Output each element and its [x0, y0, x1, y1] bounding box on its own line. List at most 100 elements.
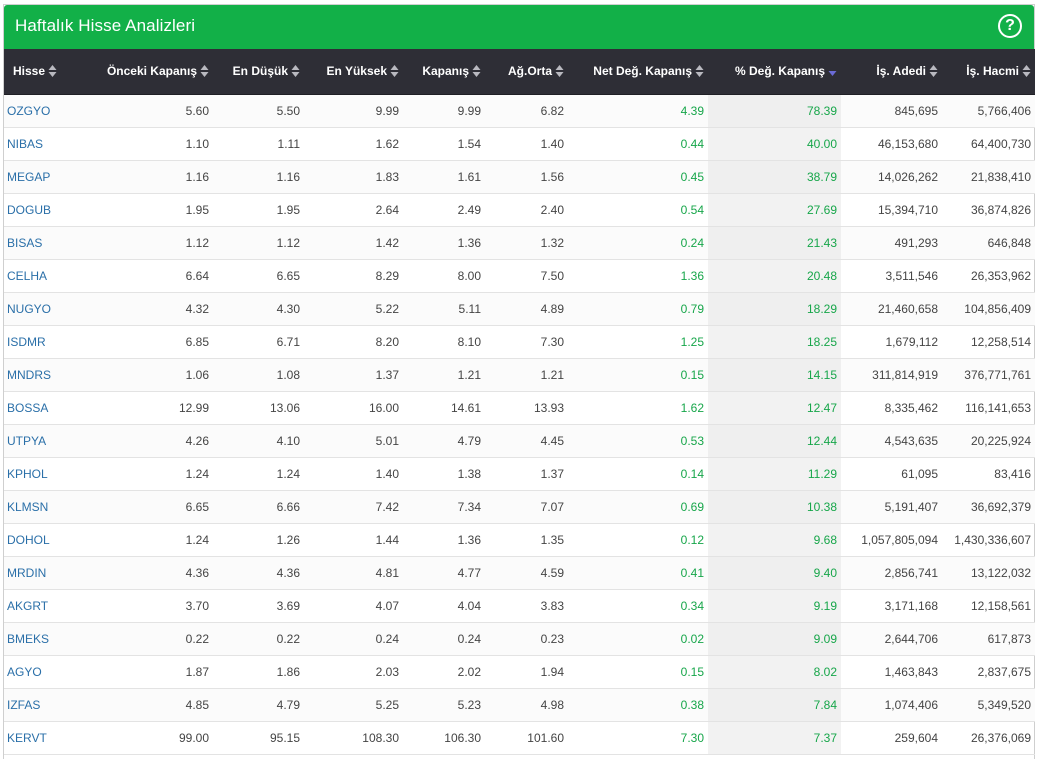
cell-is-hacmi: 13,122,032: [942, 556, 1035, 590]
column-header-kapanis[interactable]: Kapanış: [403, 49, 485, 95]
stock-symbol-link[interactable]: AGYO: [4, 655, 79, 689]
cell-net-deg-kapanis: 1.36: [568, 259, 708, 293]
column-header-label: En Düşük: [232, 63, 288, 78]
cell-en-yuksek: 5.22: [304, 292, 403, 326]
sort-icon[interactable]: [695, 64, 704, 78]
cell-kapanis: 9.99: [403, 94, 485, 128]
stock-symbol-link[interactable]: DOHOL: [4, 523, 79, 557]
table-row[interactable]: MNDRS 1.06 1.08 1.37 1.21 1.21 0.15 14.15 311,81…: [4, 358, 1035, 392]
sort-icon[interactable]: [291, 64, 300, 78]
cell-ag-orta: 4.45: [485, 424, 568, 458]
table-row[interactable]: BISAS 1.12 1.12 1.42 1.36 1.32 0.24 21.43 491,29…: [4, 226, 1035, 260]
sort-icon[interactable]: [1022, 64, 1031, 78]
cell-is-hacmi: 646,848: [942, 226, 1035, 260]
column-header-label: Önceki Kapanış: [106, 63, 197, 78]
table-row[interactable]: BOSSA 12.99 13.06 16.00 14.61 13.93 1.62 12.47 8…: [4, 391, 1035, 425]
column-header-label: Hisse: [13, 63, 46, 78]
sort-icon[interactable]: [929, 64, 938, 78]
cell-net-deg-kapanis: 0.69: [568, 490, 708, 524]
cell-onceki-kapanis: 1.06: [79, 358, 213, 392]
stock-table: Hisse Önceki Kapanış En Düşük En Yüksek Kapa…: [4, 49, 1035, 755]
cell-onceki-kapanis: 1.16: [79, 160, 213, 194]
sort-desc-icon[interactable]: [828, 64, 837, 78]
sort-icon[interactable]: [200, 64, 209, 78]
stock-symbol-link[interactable]: BOSSA: [4, 391, 79, 425]
column-header-net-deg-kapanis[interactable]: Net Değ. Kapanış: [568, 49, 708, 95]
cell-kapanis: 4.04: [403, 589, 485, 623]
stock-symbol-link[interactable]: UTPYA: [4, 424, 79, 458]
cell-en-yuksek: 4.81: [304, 556, 403, 590]
cell-is-adedi: 3,171,168: [841, 589, 942, 623]
cell-en-yuksek: 1.40: [304, 457, 403, 491]
table-row[interactable]: DOHOL 1.24 1.26 1.44 1.36 1.35 0.12 9.68 1,057,8…: [4, 523, 1035, 557]
column-header-pct-deg-kapanis[interactable]: % Değ. Kapanış: [708, 49, 841, 95]
cell-en-yuksek: 8.20: [304, 325, 403, 359]
table-row[interactable]: ISDMR 6.85 6.71 8.20 8.10 7.30 1.25 18.25 1,679,…: [4, 325, 1035, 359]
cell-kapanis: 1.36: [403, 523, 485, 557]
help-icon[interactable]: ?: [998, 14, 1022, 38]
stock-symbol-link[interactable]: BISAS: [4, 226, 79, 260]
stock-symbol-link[interactable]: NIBAS: [4, 127, 79, 161]
stock-symbol-link[interactable]: CELHA: [4, 259, 79, 293]
stock-symbol-link[interactable]: MNDRS: [4, 358, 79, 392]
table-row[interactable]: MRDIN 4.36 4.36 4.81 4.77 4.59 0.41 9.40 2,856,7…: [4, 556, 1035, 590]
table-row[interactable]: AGYO 1.87 1.86 2.03 2.02 1.94 0.15 8.02 1,463,84…: [4, 655, 1035, 689]
cell-is-hacmi: 2,837,675: [942, 655, 1035, 689]
column-header-onceki-kapanis[interactable]: Önceki Kapanış: [79, 49, 213, 95]
cell-is-adedi: 2,644,706: [841, 622, 942, 656]
stock-symbol-link[interactable]: BMEKS: [4, 622, 79, 656]
cell-en-dusuk: 95.15: [213, 721, 304, 755]
stock-symbol-link[interactable]: OZGYO: [4, 94, 79, 128]
sort-icon[interactable]: [555, 64, 564, 78]
table-row[interactable]: NIBAS 1.10 1.11 1.62 1.54 1.40 0.44 40.00 46,153…: [4, 127, 1035, 161]
cell-ag-orta: 1.56: [485, 160, 568, 194]
table-row[interactable]: KLMSN 6.65 6.66 7.42 7.34 7.07 0.69 10.38 5,191,…: [4, 490, 1035, 524]
cell-pct-deg-kapanis: 9.68: [708, 523, 841, 557]
cell-ag-orta: 7.07: [485, 490, 568, 524]
cell-pct-deg-kapanis: 78.39: [708, 94, 841, 128]
stock-symbol-link[interactable]: KPHOL: [4, 457, 79, 491]
column-header-ag-orta[interactable]: Ağ.Orta: [485, 49, 568, 95]
cell-onceki-kapanis: 5.60: [79, 94, 213, 128]
cell-pct-deg-kapanis: 20.48: [708, 259, 841, 293]
cell-kapanis: 1.21: [403, 358, 485, 392]
column-header-is-adedi[interactable]: İş. Adedi: [841, 49, 942, 95]
sort-icon[interactable]: [48, 64, 57, 78]
table-row[interactable]: IZFAS 4.85 4.79 5.25 5.23 4.98 0.38 7.84 1,074,4…: [4, 688, 1035, 722]
column-header-en-dusuk[interactable]: En Düşük: [213, 49, 304, 95]
table-row[interactable]: MEGAP 1.16 1.16 1.83 1.61 1.56 0.45 38.79 14,026…: [4, 160, 1035, 194]
table-row[interactable]: AKGRT 3.70 3.69 4.07 4.04 3.83 0.34 9.19 3,171,1…: [4, 589, 1035, 623]
cell-is-adedi: 259,604: [841, 721, 942, 755]
stock-symbol-link[interactable]: MRDIN: [4, 556, 79, 590]
stock-symbol-link[interactable]: ISDMR: [4, 325, 79, 359]
table-row[interactable]: OZGYO 5.60 5.50 9.99 9.99 6.82 4.39 78.39 845,69…: [4, 94, 1035, 128]
stock-symbol-link[interactable]: AKGRT: [4, 589, 79, 623]
cell-en-dusuk: 4.36: [213, 556, 304, 590]
cell-ag-orta: 6.82: [485, 94, 568, 128]
cell-net-deg-kapanis: 7.30: [568, 721, 708, 755]
table-row[interactable]: UTPYA 4.26 4.10 5.01 4.79 4.45 0.53 12.44 4,543,…: [4, 424, 1035, 458]
cell-pct-deg-kapanis: 10.38: [708, 490, 841, 524]
stock-symbol-link[interactable]: KLMSN: [4, 490, 79, 524]
sort-icon[interactable]: [472, 64, 481, 78]
column-header-en-yuksek[interactable]: En Yüksek: [304, 49, 403, 95]
stock-symbol-link[interactable]: IZFAS: [4, 688, 79, 722]
sort-icon[interactable]: [390, 64, 399, 78]
table-row[interactable]: DOGUB 1.95 1.95 2.64 2.49 2.40 0.54 27.69 15,394…: [4, 193, 1035, 227]
stock-symbol-link[interactable]: MEGAP: [4, 160, 79, 194]
stock-symbol-link[interactable]: KERVT: [4, 721, 79, 755]
table-row[interactable]: KERVT 99.00 95.15 108.30 106.30 101.60 7.30 7.3…: [4, 721, 1035, 755]
stock-symbol-link[interactable]: NUGYO: [4, 292, 79, 326]
column-header-hisse[interactable]: Hisse: [4, 49, 79, 95]
column-header-is-hacmi[interactable]: İş. Hacmi: [942, 49, 1035, 95]
table-row[interactable]: NUGYO 4.32 4.30 5.22 5.11 4.89 0.79 18.29 21,460…: [4, 292, 1035, 326]
stock-symbol-link[interactable]: DOGUB: [4, 193, 79, 227]
cell-en-yuksek: 5.25: [304, 688, 403, 722]
cell-en-dusuk: 4.79: [213, 688, 304, 722]
cell-pct-deg-kapanis: 14.15: [708, 358, 841, 392]
table-row[interactable]: KPHOL 1.24 1.24 1.40 1.38 1.37 0.14 11.29 61,095…: [4, 457, 1035, 491]
table-row[interactable]: CELHA 6.64 6.65 8.29 8.00 7.50 1.36 20.48 3,511,…: [4, 259, 1035, 293]
cell-en-dusuk: 1.24: [213, 457, 304, 491]
table-row[interactable]: BMEKS 0.22 0.22 0.24 0.24 0.23 0.02 9.09 2,644,7…: [4, 622, 1035, 656]
weekly-stock-analysis-panel: Haftalık Hisse Analizleri ? Hisse Önceki …: [3, 4, 1035, 759]
